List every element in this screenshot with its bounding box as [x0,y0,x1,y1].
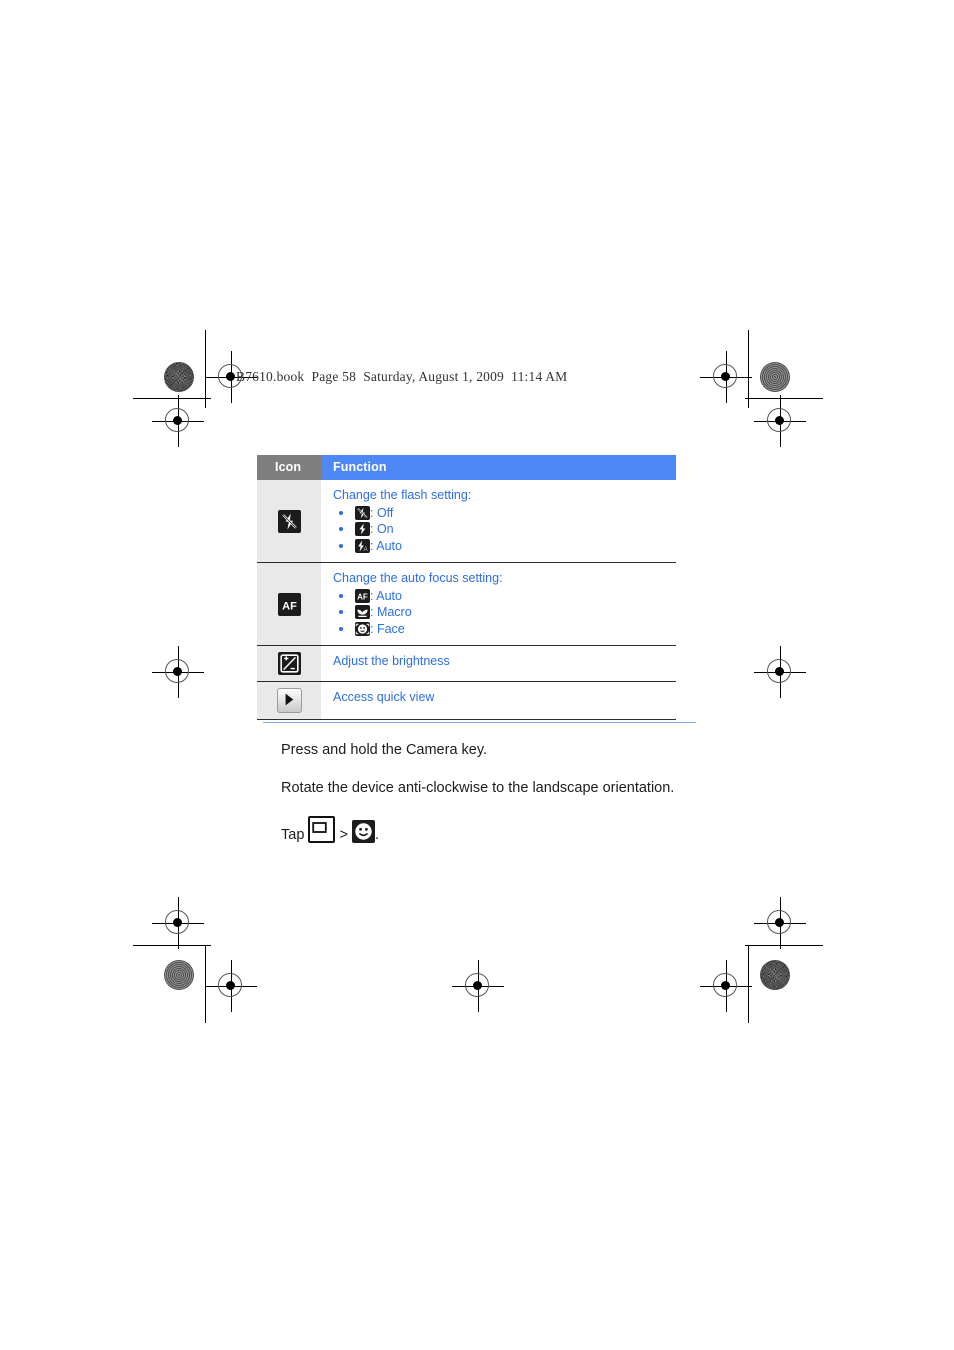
svg-text:AF: AF [357,592,368,601]
trim-line-bottom-right-vertical [748,945,749,1023]
halftone-circle-top-left [164,362,194,392]
trim-line-bottom-left-vertical [205,945,206,1023]
registration-mark-right-middle [754,646,806,698]
registration-mark-left-upper [152,395,204,447]
tap-separator-label: > [335,827,352,843]
screen-rectangle-icon [308,816,336,843]
row-function-cell: Change the auto focus setting: AF : Auto [321,562,676,646]
function-title: Change the flash setting: [333,488,472,502]
option-label: : Auto [370,588,402,603]
halftone-circle-bottom-right [760,960,790,990]
row-icon-cell [257,645,321,682]
column-header-function: Function [321,455,676,480]
registration-mark-top-right [700,351,752,403]
list-item: AF : Auto [337,588,670,605]
instruction-step-3: Tap > . [281,816,681,845]
flash-on-icon [355,522,370,536]
auto-focus-icon: AF [277,592,301,616]
halftone-circle-bottom-left [164,960,194,990]
registration-mark-bottom-right [700,960,752,1012]
auto-focus-options-list: AF : Auto : Macro: Face [333,588,670,638]
camera-icon-function-table: Icon Function Change the flash setting: … [257,455,676,720]
registration-mark-left-middle [152,646,204,698]
flash-auto-icon: A [355,538,370,553]
list-item: : Macro [337,604,670,621]
instruction-step-2: Rotate the device anti-clockwise to the … [281,780,675,796]
option-label: : Face [370,621,405,636]
auto-focus-icon: AF [355,588,370,603]
tap-suffix-label: . [374,827,379,843]
quick-view-icon [276,688,302,713]
flash-off-icon [277,509,301,533]
row-function-cell: Adjust the brightness [321,645,676,682]
function-title: Adjust the brightness [333,654,450,668]
registration-mark-bottom-center [452,960,504,1012]
function-title: Change the auto focus setting: [333,571,503,585]
face-detection-icon [355,621,370,636]
option-label: : On [370,522,394,536]
page-content: Icon Function Change the flash setting: … [257,455,697,720]
row-icon-cell: AF [257,562,321,646]
section-divider-rule [263,722,696,723]
row-function-cell: Access quick view [321,681,676,720]
book-header-line: B7610.book Page 58 Saturday, August 1, 2… [236,369,568,384]
flash-options-list: : Off : On A: Auto [333,505,670,555]
tap-prefix-label: Tap [281,827,309,843]
trim-line-top-right-vertical [748,330,749,408]
trim-line-top-right-horizontal [745,398,823,399]
registration-mark-bottom-left [205,960,257,1012]
instruction-step-1: Press and hold the Camera key. [281,742,488,758]
table-row: Adjust the brightness [257,645,676,682]
option-label: : Off [370,505,394,520]
brightness-icon [277,652,301,675]
row-function-cell: Change the flash setting: : Off: On A:… [321,480,676,563]
table-header-row: Icon Function [257,455,676,480]
column-header-icon: Icon [257,455,321,480]
registration-mark-left-lower [152,897,204,949]
option-label: : Auto [370,538,402,553]
svg-text:A: A [363,546,368,553]
option-label: : Macro [370,605,412,619]
smiley-face-icon [351,820,375,843]
trim-line-bottom-left-horizontal [133,945,211,946]
list-item: : On [337,521,670,538]
macro-focus-icon [355,605,370,619]
trim-line-top-left-horizontal [133,398,211,399]
registration-mark-right-lower [754,897,806,949]
halftone-circle-top-right [760,362,790,392]
table-row: AF Change the auto focus setting: AF : A… [257,562,676,646]
function-title: Access quick view [333,690,435,704]
list-item: : Face [337,621,670,638]
list-item: : Off [337,505,670,522]
trim-line-bottom-right-horizontal [745,945,823,946]
table-row: Access quick view [257,681,676,720]
flash-off-icon [355,505,370,520]
svg-text:AF: AF [282,600,297,612]
trim-line-top-left-vertical [205,330,206,408]
instruction-steps: Press and hold the Camera key. Rotate th… [281,740,681,845]
list-item: A : Auto [337,538,670,555]
table-row: Change the flash setting: : Off: On A:… [257,480,676,563]
row-icon-cell [257,480,321,563]
registration-mark-right-upper [754,395,806,447]
row-icon-cell [257,681,321,720]
